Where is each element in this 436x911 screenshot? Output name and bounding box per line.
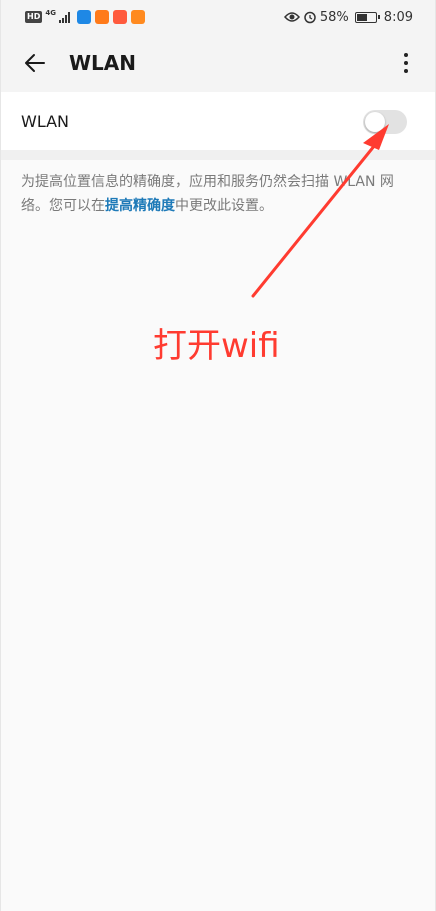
switch-knob	[365, 112, 385, 132]
security-app-icon	[76, 10, 91, 24]
alarm-icon	[304, 11, 316, 24]
annotation-text: 打开wifi	[153, 326, 280, 366]
status-bar: HD 4G 58% 8:09	[1, 0, 435, 34]
more-vertical-icon	[404, 53, 408, 57]
more-options-button[interactable]	[391, 43, 421, 83]
app-header: WLAN	[1, 34, 435, 92]
section-divider	[1, 150, 435, 160]
battery-percent: 58%	[319, 9, 349, 25]
status-time: 8:09	[383, 9, 413, 25]
more-vertical-icon-dot	[404, 69, 408, 73]
store-app-icon	[112, 10, 127, 24]
arrow-left-icon	[25, 54, 45, 72]
page-title: WLAN	[69, 51, 137, 75]
play-app-icon	[130, 10, 145, 24]
wlan-switch[interactable]	[363, 110, 407, 134]
wlan-settings-screen: HD 4G 58% 8:09 WLAN WLAN 为提高位置信息的精确度，应用和…	[0, 0, 436, 911]
network-type: 4G	[45, 9, 56, 17]
status-bar-right: 58% 8:09	[283, 9, 413, 25]
wlan-scanning-description: 为提高位置信息的精确度，应用和服务仍然会扫描 WLAN 网络。您可以在提高精确度…	[21, 170, 417, 218]
wlan-toggle-row[interactable]: WLAN	[1, 92, 435, 150]
back-button[interactable]	[15, 43, 55, 83]
hd-badge: HD	[25, 11, 43, 23]
video-app-icon	[94, 10, 109, 24]
status-bar-left: HD 4G	[25, 9, 145, 24]
more-vertical-icon-dot	[404, 61, 408, 65]
wlan-label: WLAN	[21, 111, 70, 131]
signal-icon	[58, 11, 70, 23]
battery-icon	[354, 11, 380, 23]
description-text-end: 中更改此设置。	[175, 198, 273, 214]
eye-icon	[283, 12, 300, 22]
improve-accuracy-link[interactable]: 提高精确度	[105, 198, 175, 214]
